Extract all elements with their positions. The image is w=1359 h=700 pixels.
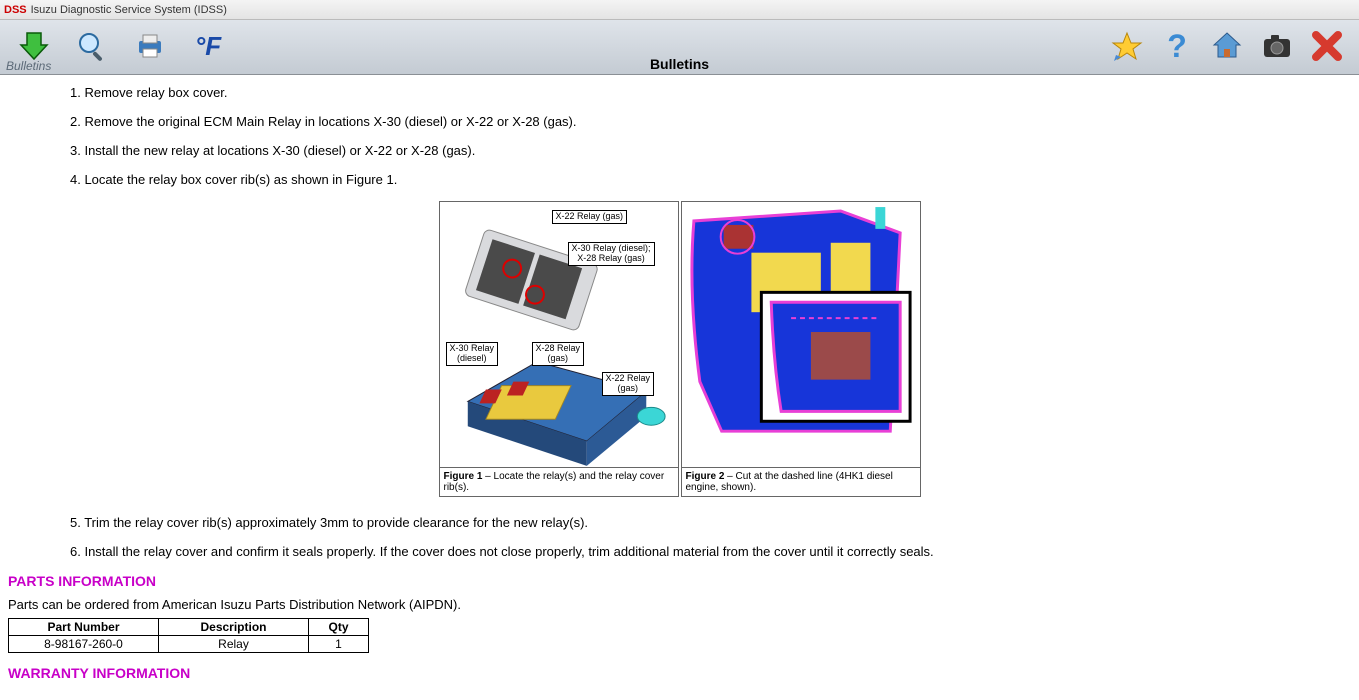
col-qty: Qty bbox=[309, 619, 369, 636]
figure-2-image bbox=[682, 202, 920, 467]
step-6: 6. Install the relay cover and confirm i… bbox=[70, 544, 1351, 559]
callout-x22-gas-bottom: X-22 Relay (gas) bbox=[602, 372, 655, 396]
section-title: Bulletins bbox=[0, 56, 1359, 72]
figure-2-caption: Figure 2 – Cut at the dashed line (4HK1 … bbox=[682, 467, 920, 496]
titlebar: DSS Isuzu Diagnostic Service System (IDS… bbox=[0, 0, 1359, 20]
step-2: 2. Remove the original ECM Main Relay in… bbox=[70, 114, 1351, 129]
step-5: 5. Trim the relay cover rib(s) approxima… bbox=[70, 515, 1351, 530]
step-4: 4. Locate the relay box cover rib(s) as … bbox=[70, 172, 1351, 187]
figure-2: Figure 2 – Cut at the dashed line (4HK1 … bbox=[681, 201, 921, 497]
figure-1-caption: Figure 1 – Locate the relay(s) and the r… bbox=[440, 467, 678, 496]
figure-1-caption-strong: Figure 1 bbox=[444, 471, 483, 482]
figure-2-caption-strong: Figure 2 bbox=[686, 471, 725, 482]
steps-bottom: 5. Trim the relay cover rib(s) approxima… bbox=[70, 515, 1351, 559]
parts-table: Part Number Description Qty 8-98167-260-… bbox=[8, 618, 369, 653]
steps-top: 1. Remove relay box cover. 2. Remove the… bbox=[70, 85, 1351, 187]
table-row: 8-98167-260-0 Relay 1 bbox=[9, 636, 369, 653]
warranty-heading: WARRANTY INFORMATION bbox=[8, 665, 1351, 681]
cell-pn: 8-98167-260-0 bbox=[9, 636, 159, 653]
table-header-row: Part Number Description Qty bbox=[9, 619, 369, 636]
callout-x30-x28-top: X-30 Relay (diesel); X-28 Relay (gas) bbox=[568, 242, 655, 266]
figure-1-image: X-22 Relay (gas) X-30 Relay (diesel); X-… bbox=[440, 202, 678, 467]
toolbar: °F ? bbox=[0, 20, 1359, 75]
callout-x30-diesel: X-30 Relay (diesel) bbox=[446, 342, 499, 366]
app-prefix: DSS bbox=[4, 4, 27, 16]
step-3: 3. Install the new relay at locations X-… bbox=[70, 143, 1351, 158]
callout-x22-gas: X-22 Relay (gas) bbox=[552, 210, 628, 224]
parts-info-note: Parts can be ordered from American Isuzu… bbox=[8, 597, 1351, 612]
figure-row: X-22 Relay (gas) X-30 Relay (diesel); X-… bbox=[8, 201, 1351, 497]
parts-info-heading: PARTS INFORMATION bbox=[8, 573, 1351, 589]
callout-x28-gas: X-28 Relay (gas) bbox=[532, 342, 585, 366]
app-title: Isuzu Diagnostic Service System (IDSS) bbox=[31, 4, 227, 16]
cell-desc: Relay bbox=[159, 636, 309, 653]
cell-qty: 1 bbox=[309, 636, 369, 653]
figure-1: X-22 Relay (gas) X-30 Relay (diesel); X-… bbox=[439, 201, 679, 497]
col-part-number: Part Number bbox=[9, 619, 159, 636]
col-description: Description bbox=[159, 619, 309, 636]
bulletin-content[interactable]: 1. Remove relay box cover. 2. Remove the… bbox=[0, 75, 1359, 696]
step-1: 1. Remove relay box cover. bbox=[70, 85, 1351, 100]
